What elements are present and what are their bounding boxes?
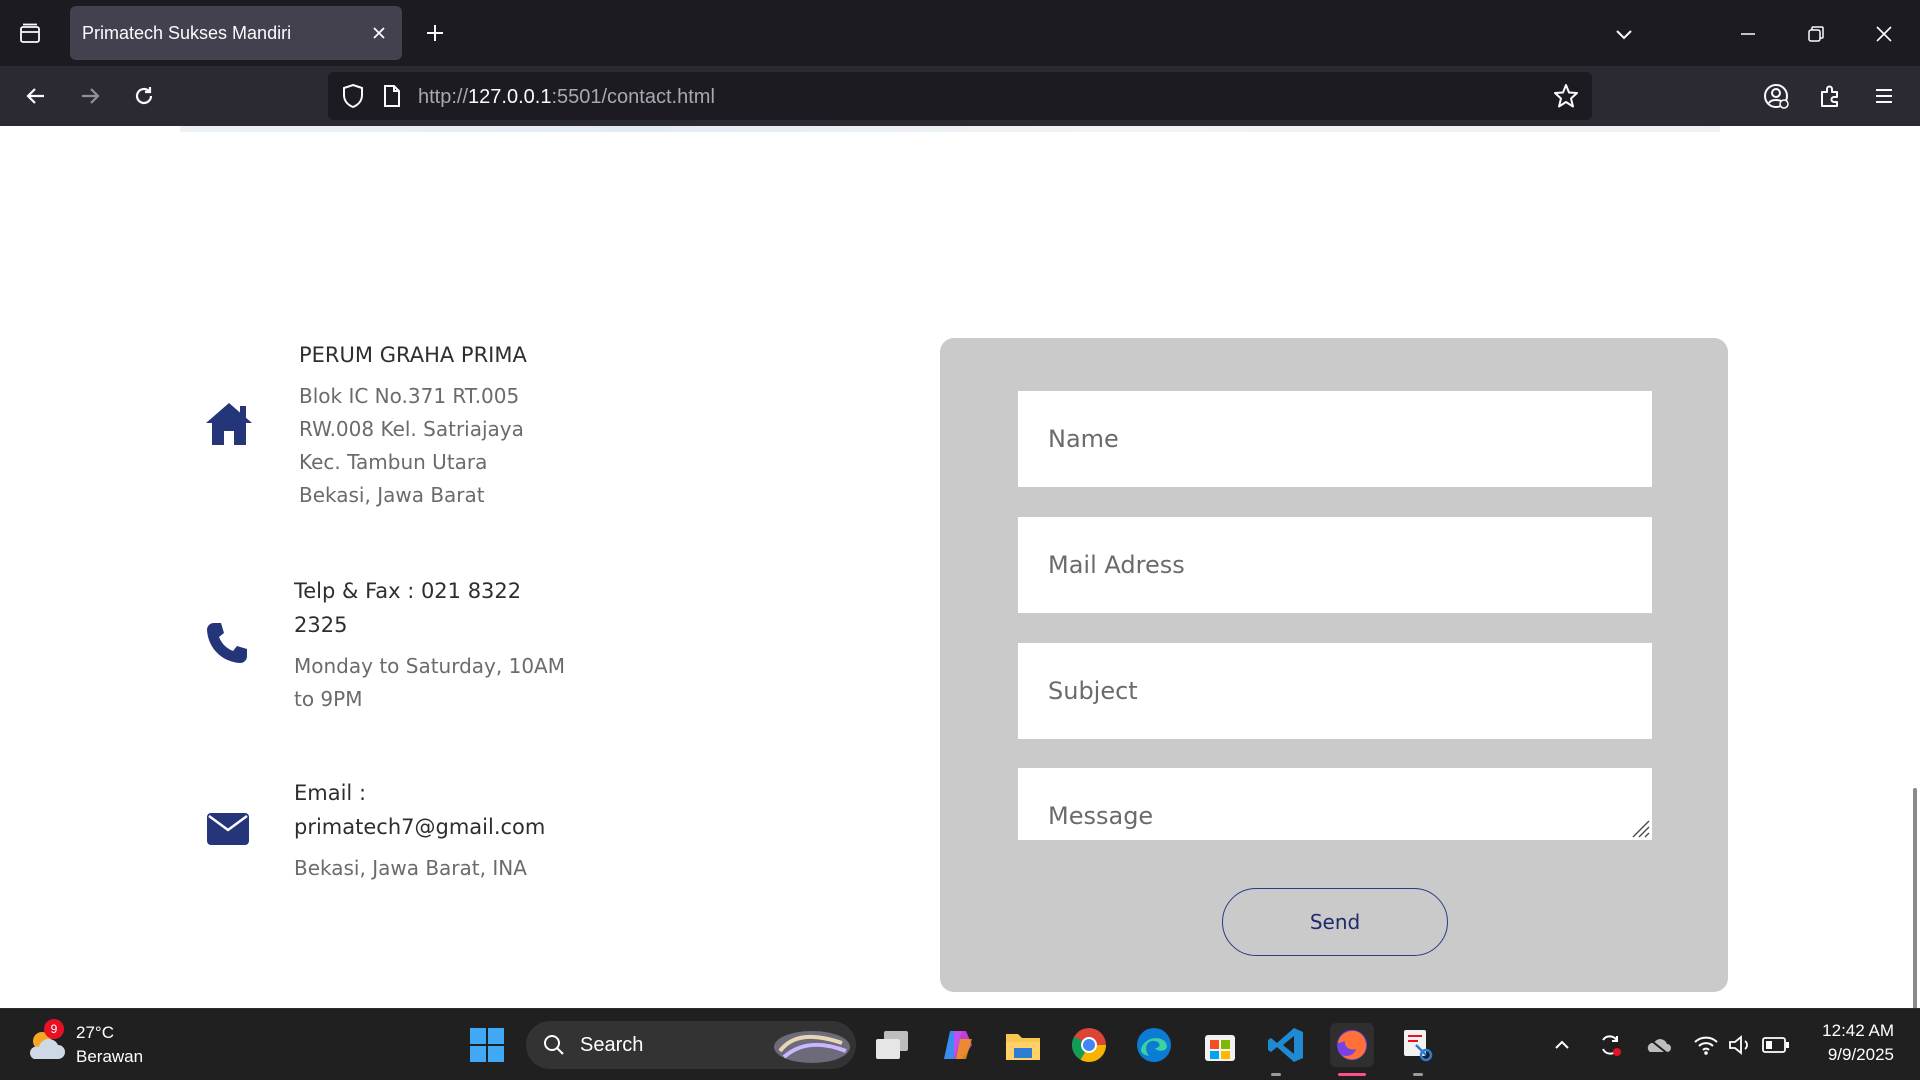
firefox-icon[interactable] [1330,1023,1374,1067]
bookmark-star-icon[interactable] [1552,82,1580,114]
search-label: Search [580,1034,644,1056]
weather-temp: 27°C [76,1023,114,1042]
task-view-icon[interactable] [870,1023,914,1067]
url-text[interactable]: http://127.0.0.1:5501/contact.html [418,86,715,109]
shield-icon[interactable] [340,82,366,114]
wifi-icon[interactable] [1692,1031,1720,1059]
windows-start-icon[interactable] [465,1023,509,1067]
microsoft-store-icon[interactable] [1198,1023,1242,1067]
back-icon[interactable] [18,78,54,114]
battery-icon[interactable] [1762,1031,1790,1059]
address-line: Blok IC No.371 RT.005 [299,384,520,408]
minimize-icon[interactable] [1728,14,1768,54]
snipping-running-indicator [1413,1073,1423,1076]
tab-close-icon[interactable] [366,20,392,46]
phone-title: 2325 [294,613,348,637]
account-icon[interactable] [1758,78,1794,114]
weather-widget[interactable]: 9 27°C Berawan [26,1019,166,1071]
onedrive-icon[interactable] [1644,1031,1672,1059]
browser-navbar: http://127.0.0.1:5501/contact.html [0,66,1920,126]
browser-tabbar: Primatech Sukses Mandiri [0,0,1920,66]
name-field[interactable] [1018,391,1652,487]
url-bar[interactable]: http://127.0.0.1:5501/contact.html [328,72,1592,120]
search-icon [544,1035,564,1055]
phone-hours: to 9PM [294,687,363,711]
url-path: :5501/contact.html [551,86,715,108]
envelope-icon [206,812,250,850]
clock-time[interactable]: 12:42 AM [1812,1021,1894,1041]
email-title: Email : [294,781,367,805]
tab-list-icon[interactable] [12,16,48,52]
address-line: RW.008 Kel. Satriajaya [299,417,524,441]
subject-field[interactable] [1018,643,1652,739]
clock-date[interactable]: 9/9/2025 [1812,1045,1894,1065]
edge-icon[interactable] [1132,1023,1176,1067]
tab-title: Primatech Sukses Mandiri [82,23,292,43]
new-tab-icon[interactable] [420,18,450,48]
page-info-icon[interactable] [382,84,402,112]
vscode-icon[interactable] [1264,1023,1308,1067]
taskbar-search[interactable]: Search [526,1021,856,1069]
restore-icon[interactable] [1796,14,1836,54]
resize-grip-icon[interactable] [1628,816,1650,838]
send-button[interactable]: Send [1222,888,1448,956]
close-window-icon[interactable] [1864,14,1904,54]
email-location: Bekasi, Jawa Barat, INA [294,856,527,880]
contact-form: Message Send [940,338,1728,992]
volume-icon[interactable] [1726,1031,1754,1059]
tab-overflow-chevron-icon[interactable] [1604,14,1644,54]
page-scrollbar[interactable] [1913,788,1917,1008]
weather-badge: 9 [44,1019,64,1039]
extensions-icon[interactable] [1812,78,1848,114]
firefox-active-indicator [1338,1073,1366,1076]
message-placeholder: Message [1048,802,1154,830]
home-icon [204,401,254,451]
url-prefix: http:// [418,86,469,108]
windows-taskbar: 9 27°C Berawan Search 12:42 AM 9/9/2025 [0,1008,1920,1080]
contact-page: PERUM GRAHA PRIMA Blok IC No.371 RT.005 … [0,126,1920,1008]
address-title: PERUM GRAHA PRIMA [299,343,527,367]
chrome-icon[interactable] [1067,1023,1111,1067]
forward-icon[interactable] [72,78,108,114]
mail-field[interactable] [1018,517,1652,613]
phone-hours: Monday to Saturday, 10AM [294,654,565,678]
message-field[interactable]: Message [1018,768,1652,840]
snipping-tool-icon[interactable] [1396,1023,1440,1067]
vscode-running-indicator [1271,1073,1281,1076]
address-line: Kec. Tambun Utara [299,450,488,474]
embedded-map-edge[interactable] [180,126,1720,132]
tray-overflow-chevron-icon[interactable] [1548,1031,1576,1059]
copilot-icon[interactable] [936,1023,980,1067]
active-tab[interactable]: Primatech Sukses Mandiri [70,6,402,60]
email-address[interactable]: primatech7@gmail.com [294,810,545,844]
search-highlight-icon [774,1031,850,1063]
weather-desc: Berawan [76,1047,144,1066]
phone-title: Telp & Fax : 021 8322 [294,579,522,603]
reload-icon[interactable] [126,78,162,114]
sync-icon[interactable] [1596,1031,1624,1059]
menu-hamburger-icon[interactable] [1866,78,1902,114]
address-line: Bekasi, Jawa Barat [299,483,485,507]
file-explorer-icon[interactable] [1001,1023,1045,1067]
url-host: 127.0.0.1 [468,86,552,108]
phone-icon [204,620,250,670]
